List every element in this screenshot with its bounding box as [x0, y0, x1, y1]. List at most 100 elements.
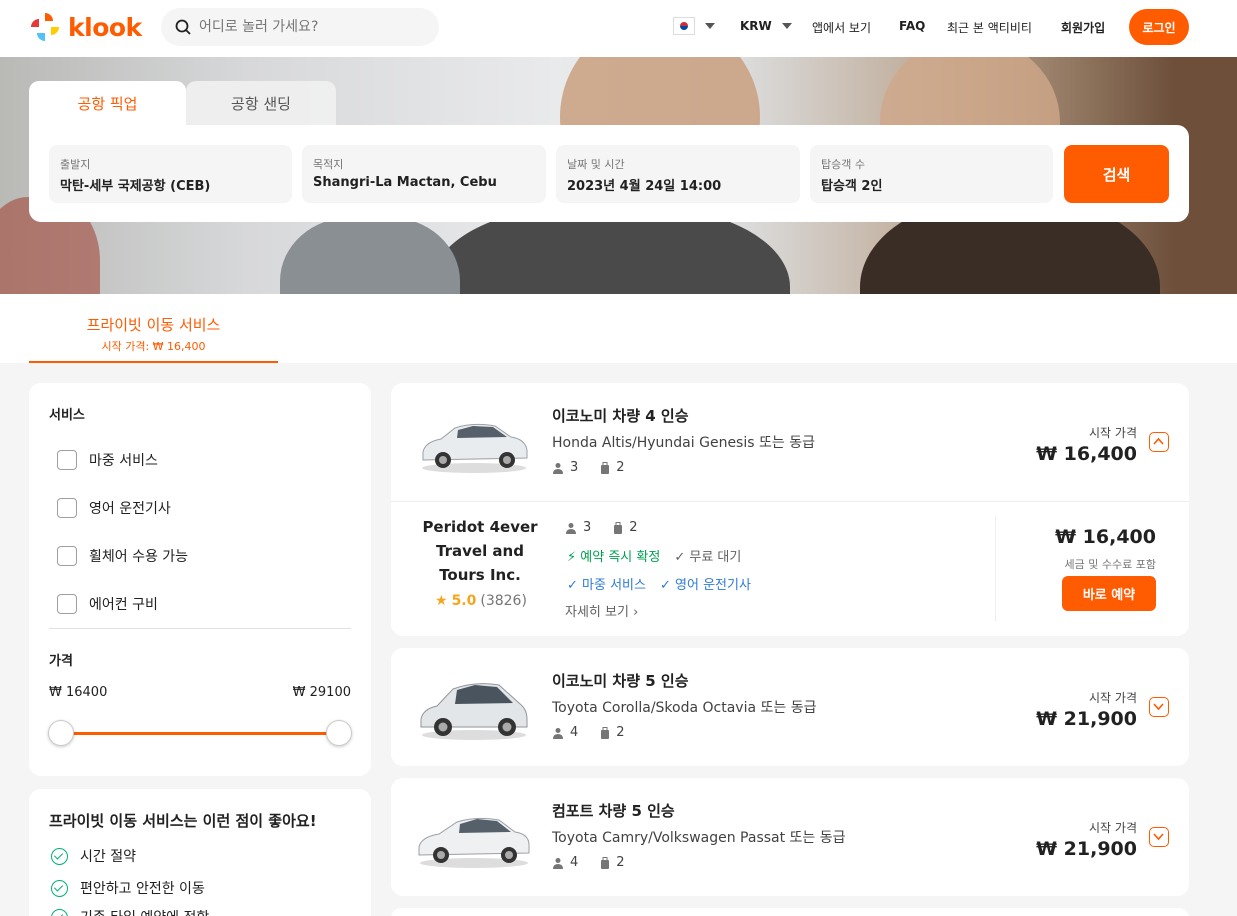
- price-slider-track[interactable]: [61, 732, 339, 735]
- tax-note: 세금 및 수수료 포함: [1064, 558, 1156, 571]
- collapse-toggle[interactable]: [1149, 432, 1169, 452]
- vehicle-card[interactable]: [391, 908, 1189, 916]
- search-button[interactable]: 검색: [1064, 145, 1169, 203]
- benefit-label: 편안하고 안전한 이동: [80, 881, 205, 897]
- currency-selector[interactable]: KRW: [740, 19, 792, 33]
- instant-confirm-label: 예약 즉시 확정: [580, 550, 661, 565]
- vehicle-title: 이코노미 차량 4 인승: [552, 407, 689, 425]
- global-search[interactable]: [161, 8, 439, 46]
- person-icon: [553, 727, 563, 739]
- offer-features: ⚡ 예약 즉시 확정 ✓ 무료 대기: [567, 546, 741, 565]
- date-value: 2023년 4월 24일 14:00: [567, 179, 722, 194]
- nav-faq[interactable]: FAQ: [899, 19, 925, 33]
- price-slider-min-handle[interactable]: [48, 720, 74, 746]
- login-button[interactable]: 로그인: [1129, 9, 1189, 45]
- filter-meet-greet[interactable]: 마중 서비스: [57, 450, 158, 470]
- divider: [49, 628, 351, 629]
- car-hatchback-image: [420, 683, 528, 740]
- view-details-label: 자세히 보기: [565, 605, 629, 620]
- chevron-right-icon: ›: [633, 605, 639, 620]
- vehicle-models: Toyota Camry/Volkswagen Passat 또는 동급: [552, 830, 846, 846]
- nav-recent[interactable]: 최근 본 액티비티: [947, 19, 1032, 36]
- to-value: Shangri-La Mactan, Cebu: [313, 175, 497, 190]
- english-driver-label: 영어 운전기사: [675, 578, 751, 593]
- expand-toggle[interactable]: [1149, 827, 1169, 847]
- to-field[interactable]: 목적지 Shangri-La Mactan, Cebu: [302, 145, 546, 203]
- language-selector[interactable]: [673, 17, 715, 35]
- search-input[interactable]: [199, 19, 419, 35]
- service-filter-heading: 서비스: [49, 408, 85, 423]
- filter-label: 에어컨 구비: [89, 597, 158, 613]
- benefits-title: 프라이빗 이동 서비스는 이런 점이 좋아요!: [49, 812, 317, 830]
- tab-private-transfer[interactable]: 프라이빗 이동 서비스 시작 가격: ₩ 16,400: [29, 314, 278, 363]
- from-price: ₩ 21,900: [1036, 708, 1137, 730]
- vendor-name: Peridot 4ever Travel and Tours Inc.: [422, 518, 538, 584]
- person-icon: [566, 522, 576, 534]
- passenger-count: 4: [570, 725, 579, 740]
- checkbox[interactable]: [57, 546, 77, 566]
- search-icon: [175, 19, 191, 35]
- chevron-up-icon: [1153, 437, 1164, 445]
- person-icon: [553, 462, 563, 474]
- offer-capacity: 3 2: [565, 520, 638, 535]
- filter-english-driver[interactable]: 영어 운전기사: [57, 498, 171, 518]
- from-value: 막탄-세부 국제공항 (CEB): [60, 179, 211, 194]
- logo-text: klook: [68, 12, 142, 42]
- nav-app[interactable]: 앱에서 보기: [812, 19, 871, 36]
- meet-greet-label: 마중 서비스: [582, 578, 646, 593]
- passenger-field[interactable]: 탑승객 수 탑승객 2인: [810, 145, 1053, 203]
- luggage-icon: [601, 856, 610, 869]
- currency-label: KRW: [740, 19, 772, 33]
- checkbox[interactable]: [57, 498, 77, 518]
- nav-signup[interactable]: 회원가입: [1061, 19, 1105, 36]
- check-icon: ✓: [567, 578, 578, 593]
- benefit-label: 시간 절약: [80, 849, 136, 865]
- free-wait-label: 무료 대기: [689, 550, 742, 565]
- vehicle-capacity: 4 2: [552, 725, 625, 740]
- vendor-rating: ★ 5.0 (3826): [435, 593, 527, 609]
- benefits-panel: 프라이빗 이동 서비스는 이런 점이 좋아요! 시간 절약 편안하고 안전한 이…: [29, 789, 371, 916]
- bag-count: 2: [616, 460, 625, 475]
- from-price: ₩ 21,900: [1036, 838, 1137, 860]
- car-sedan-image: [422, 423, 528, 473]
- service-tab-strip: 프라이빗 이동 서비스 시작 가격: ₩ 16,400: [0, 294, 1237, 363]
- passenger-count: 4: [570, 855, 579, 870]
- divider: [391, 501, 1189, 502]
- filter-wheelchair[interactable]: 휠체어 수용 가능: [57, 546, 188, 566]
- review-count: (3826): [480, 593, 527, 609]
- passenger-count: 3: [583, 520, 592, 535]
- korea-flag-icon: [673, 17, 695, 35]
- view-details-link[interactable]: 자세히 보기 ›: [565, 601, 638, 620]
- passenger-label: 탑승객 수: [821, 158, 865, 171]
- checkbox[interactable]: [57, 450, 77, 470]
- offer-service-features: ✓ 마중 서비스 ✓ 영어 운전기사: [567, 574, 751, 593]
- klook-logo[interactable]: klook: [28, 10, 142, 44]
- price-slider-max-handle[interactable]: [326, 720, 352, 746]
- person-icon: [553, 857, 563, 869]
- vehicle-card[interactable]: 컴포트 차량 5 인승 Toyota Camry/Volkswagen Pass…: [391, 778, 1189, 896]
- transfer-tabs: 공항 픽업 공항 샌딩: [29, 81, 336, 125]
- chevron-down-icon: [781, 23, 792, 29]
- check-icon: ✓: [674, 550, 686, 565]
- offer-price: ₩ 16,400: [1055, 526, 1156, 548]
- benefit-item: 편안하고 안전한 이동: [51, 878, 205, 898]
- vehicle-capacity: 4 2: [552, 855, 625, 870]
- benefit-item: 시간 절약: [51, 846, 136, 866]
- vehicle-card[interactable]: 이코노미 차량 5 인승 Toyota Corolla/Skoda Octavi…: [391, 648, 1189, 766]
- check-circle-icon: [51, 908, 68, 916]
- rating-value: 5.0: [451, 593, 477, 609]
- date-field[interactable]: 날짜 및 시간 2023년 4월 24일 14:00: [556, 145, 800, 203]
- expand-toggle[interactable]: [1149, 697, 1169, 717]
- checkbox[interactable]: [57, 594, 77, 614]
- tab-airport-dropoff[interactable]: 공항 샌딩: [186, 81, 336, 125]
- check-icon: ✓: [659, 578, 671, 593]
- tab-airport-pickup[interactable]: 공항 픽업: [29, 81, 186, 125]
- transfer-search-panel: 출발지 막탄-세부 국제공항 (CEB) 목적지 Shangri-La Mact…: [29, 125, 1189, 222]
- luggage-icon: [601, 726, 610, 739]
- from-field[interactable]: 출발지 막탄-세부 국제공항 (CEB): [49, 145, 292, 203]
- benefit-label: 기존 타입 예약에 적합: [80, 907, 209, 916]
- filter-label: 영어 운전기사: [89, 501, 171, 517]
- vehicle-capacity: 3 2: [552, 460, 625, 475]
- filter-aircon[interactable]: 에어컨 구비: [57, 594, 158, 614]
- book-now-button[interactable]: 바로 예약: [1062, 576, 1156, 611]
